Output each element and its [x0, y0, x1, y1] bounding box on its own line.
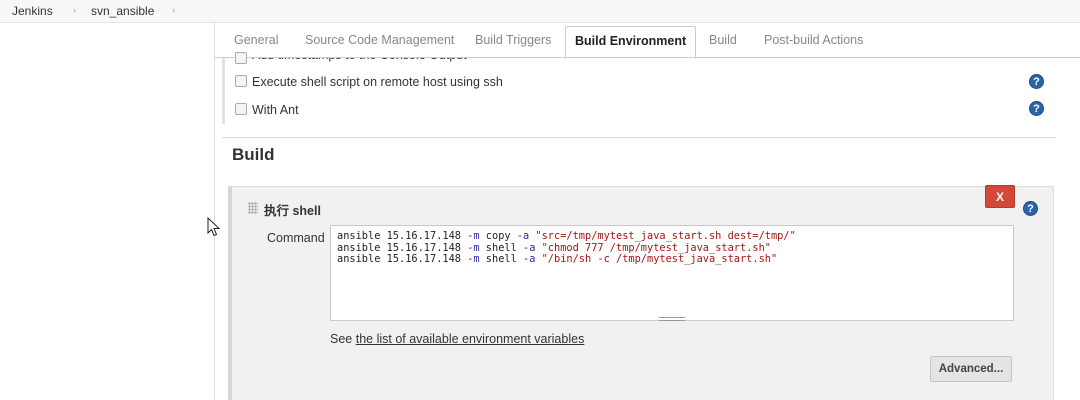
env-vars-hint: See the list of available environment va… [330, 332, 584, 346]
build-step-left-bar [228, 186, 232, 400]
ssh-shell-checkbox[interactable] [235, 75, 247, 87]
breadcrumb-separator-icon: › [172, 5, 175, 15]
delete-step-button[interactable]: X [985, 185, 1015, 208]
command-textarea[interactable]: ansible 15.16.17.148 -m copy -a "src=/tm… [330, 225, 1014, 321]
textarea-resize-handle[interactable] [659, 317, 685, 321]
with-ant-label: With Ant [252, 103, 299, 117]
ssh-shell-label: Execute shell script on remote host usin… [252, 75, 503, 89]
with-ant-checkbox[interactable] [235, 103, 247, 115]
breadcrumb-jenkins[interactable]: Jenkins [12, 4, 53, 18]
section-left-bar [222, 58, 225, 124]
breadcrumb-separator-icon: › [73, 5, 76, 15]
help-icon[interactable]: ? [1023, 201, 1038, 216]
breadcrumb-svn-ansible[interactable]: svn_ansible [91, 4, 154, 18]
breadcrumb: Jenkins › svn_ansible › [0, 0, 1080, 23]
mouse-cursor-icon [207, 217, 221, 237]
help-icon[interactable]: ? [1029, 74, 1044, 89]
tab-build-triggers[interactable]: Build Triggers [475, 23, 551, 57]
tab-post-build-actions[interactable]: Post-build Actions [764, 23, 863, 57]
env-vars-link[interactable]: the list of available environment variab… [356, 332, 585, 346]
sidebar-divider [214, 23, 215, 400]
command-label: Command [267, 231, 325, 245]
timestamps-checkbox[interactable] [235, 52, 247, 64]
advanced-button[interactable]: Advanced... [930, 356, 1012, 382]
env-vars-prefix: See [330, 332, 356, 346]
build-section-heading: Build [232, 145, 275, 164]
help-icon[interactable]: ? [1029, 101, 1044, 116]
config-tab-bar: General Source Code Management Build Tri… [214, 23, 1080, 59]
tab-source-code-management[interactable]: Source Code Management [305, 23, 454, 57]
tab-bar-divider [214, 57, 1080, 58]
tab-build-environment[interactable]: Build Environment [565, 26, 697, 59]
command-line: ansible 15.16.17.148 -m shell -a "/bin/s… [337, 253, 778, 265]
section-divider [222, 137, 1056, 138]
build-step-title: 执行 shell [264, 204, 321, 218]
drag-handle-icon[interactable] [248, 202, 258, 214]
tab-build[interactable]: Build [709, 23, 737, 57]
